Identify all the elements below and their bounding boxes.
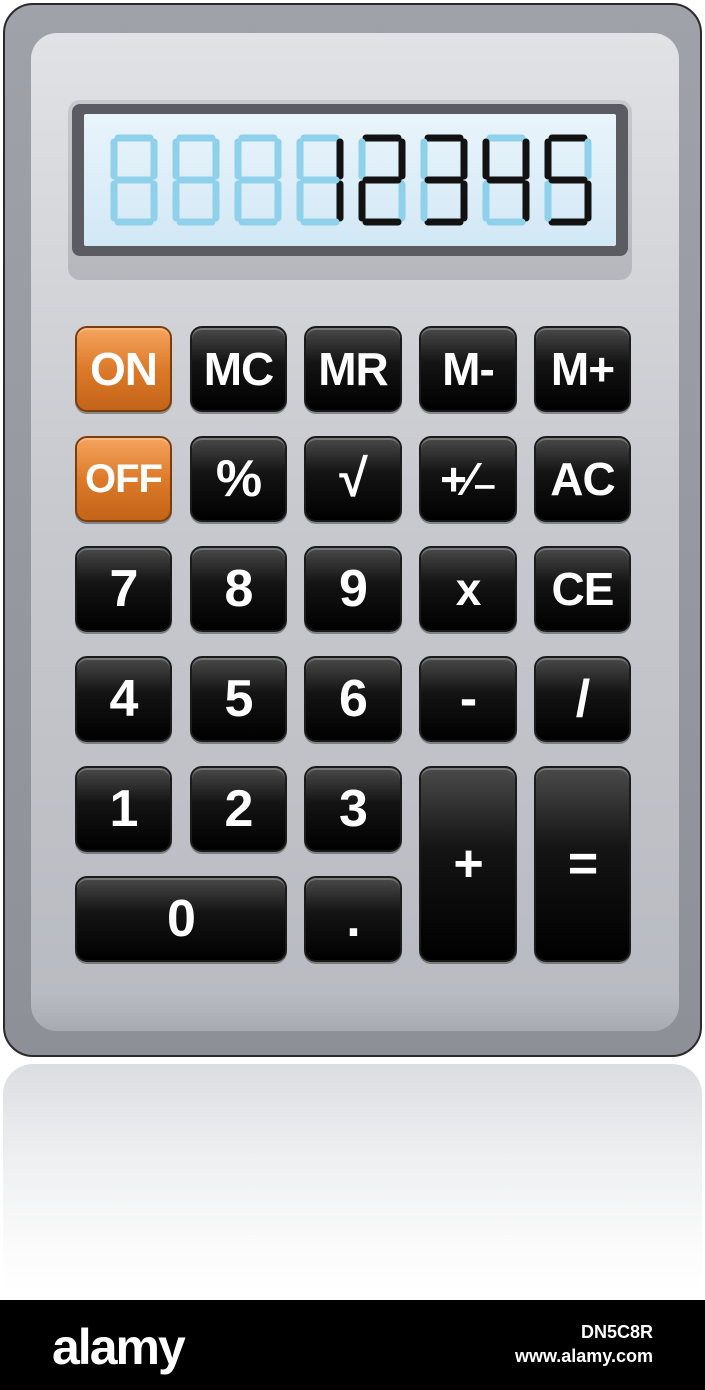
plus-label: + xyxy=(453,835,483,893)
minus-button[interactable]: - xyxy=(419,656,517,742)
equals-label: = xyxy=(567,835,598,893)
digit-2-button[interactable]: 2 xyxy=(190,766,287,852)
clear-entry-button[interactable]: CE xyxy=(534,546,631,632)
watermark-url: www.alamy.com xyxy=(514,1346,653,1366)
percent-label: % xyxy=(215,450,262,508)
square-root-icon: √ xyxy=(339,450,368,508)
divide-button[interactable]: / xyxy=(534,656,631,742)
digit-4-button[interactable]: 4 xyxy=(75,656,172,742)
all-clear-button[interactable]: AC xyxy=(534,436,631,522)
decimal-point-button[interactable]: . xyxy=(304,876,402,962)
multiply-label: x xyxy=(455,563,482,615)
digit-3-button[interactable]: 3 xyxy=(304,766,402,852)
square-root-button[interactable]: √ xyxy=(304,436,402,522)
display-digit xyxy=(110,134,158,226)
memory-minus-button[interactable]: M- xyxy=(419,326,517,412)
digit-5-label: 5 xyxy=(224,670,254,728)
digit-1-button[interactable]: 1 xyxy=(75,766,172,852)
digit-1-label: 1 xyxy=(109,780,139,838)
off-label: OFF xyxy=(85,457,163,501)
display-digit xyxy=(172,134,220,226)
plus-minus-button[interactable]: +⁄₋ xyxy=(419,436,517,522)
display-digit xyxy=(358,134,406,226)
digit-7-label: 7 xyxy=(109,560,139,618)
memory-recall-button[interactable]: MR xyxy=(304,326,402,412)
digit-2-label: 2 xyxy=(224,780,254,838)
display-digits xyxy=(110,134,592,226)
face-shading xyxy=(31,995,679,1031)
memory-clear-button[interactable]: MC xyxy=(190,326,287,412)
digit-5-button[interactable]: 5 xyxy=(190,656,287,742)
decimal-point-label: . xyxy=(346,890,360,948)
digit-8-label: 8 xyxy=(224,560,254,618)
watermark-image-id: DN5C8R xyxy=(580,1322,653,1342)
ac-label: AC xyxy=(550,453,615,505)
off-button[interactable]: OFF xyxy=(75,436,172,522)
m-minus-label: M- xyxy=(442,343,495,395)
divide-label: / xyxy=(575,670,590,728)
display-digit xyxy=(482,134,530,226)
display-digit xyxy=(296,134,344,226)
digit-8-button[interactable]: 8 xyxy=(190,546,287,632)
calculator-reflection xyxy=(3,1064,702,1294)
digit-3-label: 3 xyxy=(339,780,368,838)
equals-button[interactable]: = xyxy=(534,766,631,962)
percent-button[interactable]: % xyxy=(190,436,287,522)
plus-minus-label: +⁄₋ xyxy=(440,453,497,505)
display-digit xyxy=(234,134,282,226)
memory-plus-button[interactable]: M+ xyxy=(534,326,631,412)
ce-label: CE xyxy=(551,563,615,615)
on-label: ON xyxy=(90,343,158,395)
watermark-logo: alamy xyxy=(52,1319,186,1375)
display-digit xyxy=(544,134,592,226)
on-button[interactable]: ON xyxy=(75,326,172,412)
digit-0-button[interactable]: 0 xyxy=(75,876,287,962)
multiply-button[interactable]: x xyxy=(419,546,517,632)
digit-6-label: 6 xyxy=(339,670,368,728)
digit-9-label: 9 xyxy=(339,560,368,618)
digit-4-label: 4 xyxy=(109,670,139,728)
digit-0-label: 0 xyxy=(167,890,196,948)
plus-button[interactable]: + xyxy=(419,766,517,962)
digit-6-button[interactable]: 6 xyxy=(304,656,402,742)
digit-7-button[interactable]: 7 xyxy=(75,546,172,632)
display-digit xyxy=(420,134,468,226)
mc-label: MC xyxy=(203,343,275,395)
minus-label: - xyxy=(459,670,477,728)
digit-9-button[interactable]: 9 xyxy=(304,546,402,632)
display-screen xyxy=(84,114,616,246)
mr-label: MR xyxy=(318,343,389,395)
m-plus-label: M+ xyxy=(550,343,615,395)
